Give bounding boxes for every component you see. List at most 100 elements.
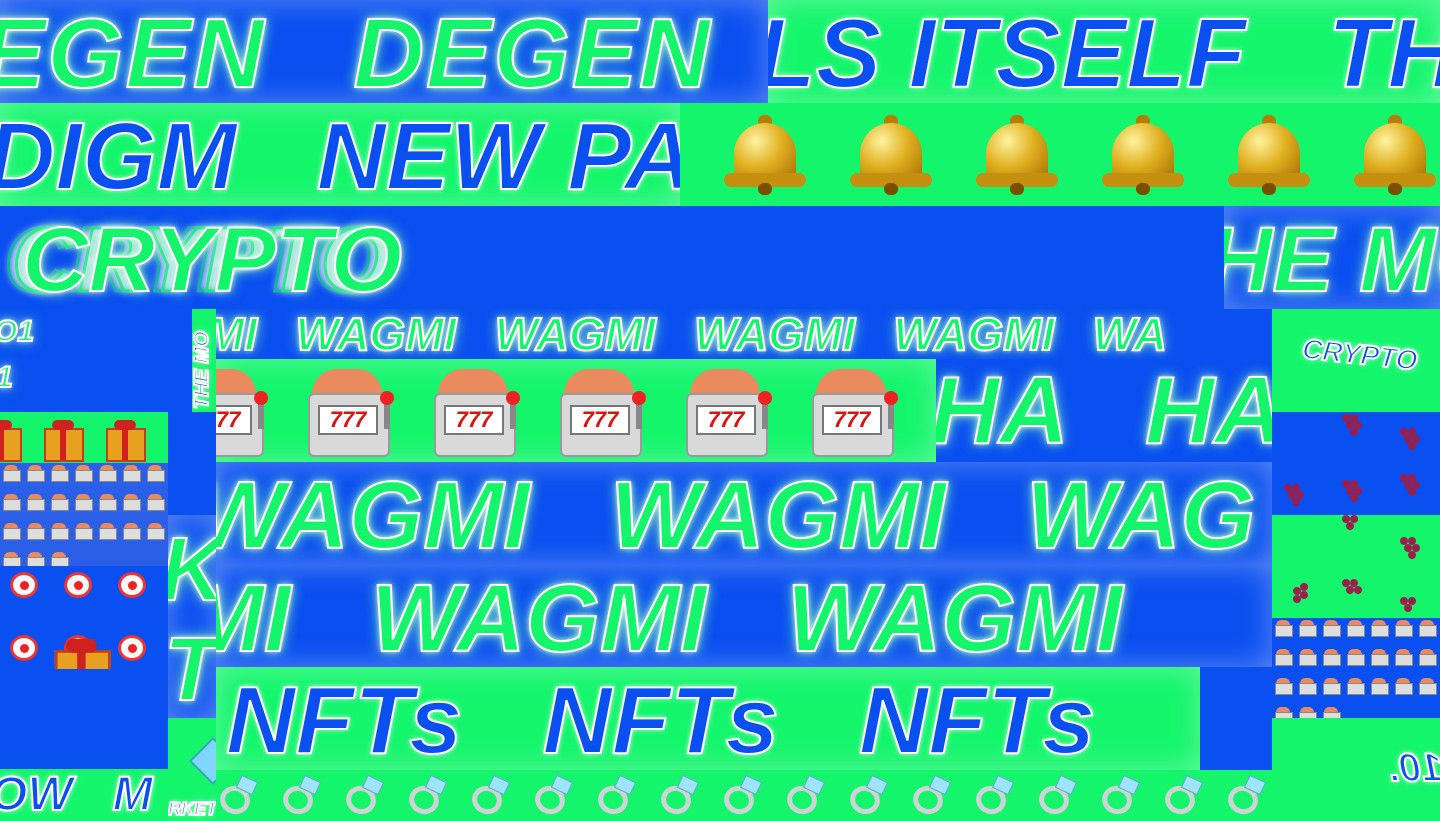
grapes-icon [1342,414,1364,440]
grapes-icon [1400,537,1422,563]
bell-icon [1102,115,1186,195]
slot-machine-icon [2,494,21,511]
band-itself: LS ITSELF TH [768,0,1440,103]
clown-band [0,566,168,669]
slot-machine-icon [1274,649,1293,666]
grapes-icon [1282,583,1308,605]
slot-machine-icon [1394,678,1413,695]
ring-icon [783,774,827,819]
bell-icon [976,115,1060,195]
wagmi-2-text: MI WAGMI WAGMI [216,565,1124,668]
k-t-fragment-band: K T [168,515,216,720]
market-text: RKET [168,799,216,819]
slot-machine-icon [1346,620,1365,637]
ring-icon [657,774,701,819]
grapes-band-2 [1272,515,1440,618]
band-market: RKET [168,718,216,821]
slot-machine-icon [1274,707,1293,718]
ring-icon [531,774,575,819]
ring-icon [342,774,386,819]
left-gap [168,412,216,515]
side-crypto-text: CRYPTO [1300,332,1420,377]
slot-machine-icon [146,523,165,540]
slot-machine-icon [2,465,21,482]
slot-machine-icon [26,552,45,566]
slot-machine-icon [74,523,93,540]
grapes-icon [1400,474,1422,500]
t-fragment-text: T [168,624,216,716]
gift-band [0,412,168,463]
grapes-icon [1400,428,1422,454]
slot-machine-icon [1298,707,1317,718]
slot-machine-icon [50,552,69,566]
grapes-icon [1342,480,1364,506]
slot-machine-icon: 777 [808,369,898,457]
slot-machine-icon [98,523,117,540]
band-row: OW M [0,769,168,821]
slot-machine-icon [74,494,93,511]
slot-machine-icon [1322,678,1341,695]
slot-machine-icon [50,465,69,482]
slot-machine-icon: 777 [430,369,520,457]
grapes-icon [1342,515,1364,541]
ring-icon [1161,774,1205,819]
gem-icon [188,736,216,786]
ring-icon [1035,774,1079,819]
ring-icon [279,774,323,819]
band-bells [680,103,1440,206]
side-crypto-band: CRYPTO [1272,309,1440,412]
ring-icon [594,774,638,819]
slot-machine-icon [74,465,93,482]
slot-machine-icon [26,465,45,482]
slot-machine-icon [1298,649,1317,666]
gift-icon [49,636,111,669]
moon-text: HE MO [1224,209,1440,309]
slot-machine-icon [146,494,165,511]
left-blue-block [0,669,168,769]
slot-machine-icon [1394,649,1413,666]
bell-icon [1354,115,1438,195]
band-rings [216,770,1272,821]
slot-machine-icon [1298,678,1317,695]
slot-machine-icon [1346,678,1365,695]
slot-machine-icon: 777 [556,369,646,457]
bell-icon [1228,115,1312,195]
slot-machine-icon [50,494,69,511]
mirror-fragment-text: 10. [1387,745,1440,791]
ring-row [216,774,1272,821]
slot-machine-icon: 777 [216,369,268,457]
slot-row: 777 777 777 777 777 777 [216,369,934,460]
bell-icon [724,115,808,195]
slot-machine-icon [1322,620,1341,637]
grapes-icon [1342,579,1364,605]
ring-icon [468,774,512,819]
nfts-text: NFTs NFTs NFTs [225,667,1096,770]
clown-face-icon [8,633,42,663]
grapes-icon [1400,597,1422,618]
left-fragment-bottom: 1 [0,362,14,394]
crypto-text: CRYPTO [21,209,403,309]
bell-row [724,115,1440,200]
slot-machine-icon [1298,620,1317,637]
slot-machine-icon [2,552,21,566]
paradigm-text: DIGM NEW PA [0,103,680,206]
mini-slot-collage [0,463,168,566]
moon-vertical-band: THE MO [192,309,216,412]
slot-machine-icon [146,465,165,482]
ring-icon [405,774,449,819]
slot-machine-icon [98,494,117,511]
slot-machine-icon [1370,678,1389,695]
slot-machine-icon [122,523,141,540]
slot-machine-icon [26,523,45,540]
slot-machine-icon [1346,649,1365,666]
band-haha: HA HA [936,359,1272,462]
slot-machine-icon [1418,620,1437,637]
ring-icon [909,774,953,819]
slot-machine-icon [26,494,45,511]
band-nfts: NFTs NFTs NFTs [216,667,1200,770]
slot-machine-icon [1418,649,1437,666]
mirror-band: 10. [1272,718,1440,821]
band-slots: 777 777 777 777 777 777 [216,359,936,462]
gift-icon [102,418,146,462]
ring-icon [972,774,1016,819]
